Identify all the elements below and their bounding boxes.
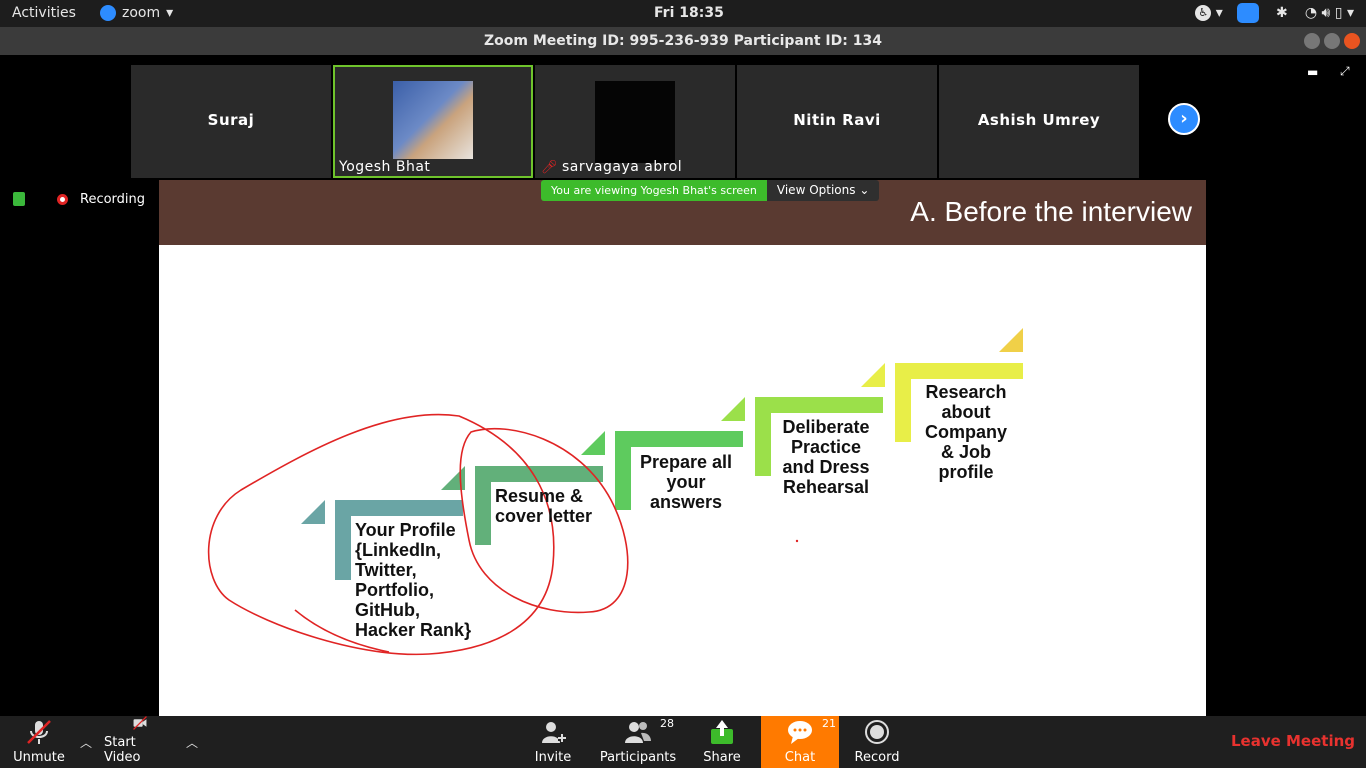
view-options-label: View Options bbox=[776, 183, 856, 197]
participant-name: Suraj bbox=[207, 111, 255, 129]
minimize-button[interactable] bbox=[1304, 33, 1320, 49]
participant-video bbox=[595, 81, 675, 163]
chevron-down-icon: ▾ bbox=[1211, 5, 1223, 21]
participant-tile[interactable]: Suraj bbox=[131, 65, 331, 178]
activities-button[interactable]: Activities bbox=[12, 5, 76, 21]
volume-icon: 🔊︎ bbox=[1321, 5, 1331, 21]
share-screen-icon bbox=[711, 720, 733, 744]
chat-label: Chat bbox=[784, 750, 816, 765]
shared-screen: A. Before the interview Your Profile {Lin… bbox=[159, 180, 1206, 716]
app-menu[interactable]: zoom ▾ bbox=[100, 5, 173, 21]
invite-icon bbox=[542, 722, 566, 743]
participant-name: Nitin Ravi bbox=[793, 111, 881, 129]
meeting-toolbar: Unmute ︿ Start Video ︿ Invite 28 Partici… bbox=[0, 716, 1366, 768]
step-1-arrow bbox=[301, 500, 325, 524]
participant-tile-active-speaker[interactable]: Yogesh Bhat bbox=[333, 65, 533, 178]
top-arrow bbox=[999, 328, 1023, 352]
chat-count-badge: 21 bbox=[822, 717, 836, 730]
chevron-down-icon: ⌄ bbox=[859, 183, 870, 197]
start-video-button[interactable]: Start Video bbox=[104, 716, 176, 768]
participants-icon bbox=[625, 722, 651, 743]
mic-muted-icon bbox=[27, 720, 51, 744]
accessibility-menu[interactable]: ♿ ▾ bbox=[1195, 3, 1223, 23]
viewing-screen-label: You are viewing Yogesh Bhat's screen bbox=[541, 180, 767, 201]
battery-icon: ▯ bbox=[1334, 5, 1343, 21]
zoom-app-icon bbox=[100, 5, 116, 21]
zoom-tray-indicator[interactable] bbox=[1236, 3, 1259, 23]
record-icon bbox=[865, 720, 889, 744]
participant-name: Yogesh Bhat bbox=[339, 159, 431, 175]
view-options-button[interactable]: View Options ⌄ bbox=[766, 180, 880, 201]
window-title-bar: Zoom Meeting ID: 995-236-939 Participant… bbox=[0, 27, 1366, 55]
step-4-label: Deliberate Practice and Dress Rehearsal bbox=[782, 417, 870, 497]
video-options-caret-icon[interactable]: ︿ bbox=[186, 734, 198, 751]
participant-tile[interactable]: 🎤︎ sarvagaya abrol bbox=[535, 65, 735, 178]
participant-name: Ashish Umrey bbox=[977, 111, 1101, 129]
unmute-button[interactable]: Unmute bbox=[8, 716, 70, 768]
record-label: Record bbox=[854, 750, 900, 765]
chat-icon bbox=[788, 721, 812, 744]
leave-meeting-button[interactable]: Leave Meeting bbox=[1231, 732, 1355, 750]
mic-muted-icon: 🎤︎ bbox=[541, 159, 559, 175]
recording-label: Recording bbox=[80, 192, 146, 207]
invite-button[interactable]: Invite bbox=[532, 716, 574, 768]
step-4-arrow bbox=[721, 397, 745, 421]
annotation-dot bbox=[795, 539, 799, 543]
system-top-bar: Activities zoom ▾ Fri 18:35 ♿ ▾ ✱ ◔ 🔊︎ ▯… bbox=[0, 0, 1366, 27]
zoom-tray-icon bbox=[1236, 3, 1259, 23]
participant-name: sarvagaya abrol bbox=[562, 159, 683, 175]
participant-video bbox=[393, 81, 473, 159]
video-off-icon bbox=[133, 716, 147, 730]
participants-button[interactable]: 28 Participants bbox=[600, 716, 676, 768]
close-button[interactable] bbox=[1344, 33, 1360, 49]
step-5-arrow bbox=[861, 363, 885, 387]
step-3-label: Prepare all your answers bbox=[639, 452, 733, 512]
system-clock[interactable]: Fri 18:35 bbox=[654, 5, 724, 21]
participants-count-badge: 28 bbox=[660, 717, 674, 730]
step-2-label: Resume & cover letter bbox=[495, 486, 593, 526]
chat-button[interactable]: 21 Chat bbox=[761, 716, 839, 768]
step-5-label: Research about Company & Job profile bbox=[924, 382, 1007, 482]
step-3-arrow bbox=[581, 431, 605, 455]
share-label: Share bbox=[703, 750, 741, 765]
invite-label: Invite bbox=[534, 750, 572, 765]
record-button[interactable]: Record bbox=[852, 716, 902, 768]
share-button[interactable]: Share bbox=[702, 716, 742, 768]
unmute-label: Unmute bbox=[13, 750, 65, 765]
participant-video-strip: Suraj Yogesh Bhat 🎤︎ sarvagaya abrol Nit… bbox=[131, 65, 1139, 178]
participant-tile[interactable]: Nitin Ravi bbox=[737, 65, 937, 178]
system-status-menu[interactable]: ◔ 🔊︎ ▯ ▾ bbox=[1305, 3, 1354, 23]
wifi-icon: ◔ bbox=[1304, 5, 1318, 21]
staircase-diagram bbox=[207, 328, 1023, 656]
chevron-down-icon: ▾ bbox=[166, 5, 174, 21]
window-controls bbox=[1304, 33, 1360, 49]
fullscreen-icon[interactable]: ⤢ bbox=[1340, 64, 1350, 79]
recording-icon bbox=[57, 194, 68, 205]
audio-options-caret-icon[interactable]: ︿ bbox=[80, 734, 92, 751]
step-1-label: Your Profile {LinkedIn, Twitter, Portfolio,… bbox=[355, 520, 472, 640]
minimize-strip-icon[interactable]: ▬ bbox=[1307, 65, 1318, 79]
window-title: Zoom Meeting ID: 995-236-939 Participant… bbox=[484, 33, 882, 49]
start-video-label: Start Video bbox=[104, 735, 141, 765]
accessibility-icon: ♿ bbox=[1195, 5, 1212, 21]
next-page-arrow-icon[interactable]: › bbox=[1168, 103, 1200, 135]
participant-tile[interactable]: Ashish Umrey bbox=[939, 65, 1139, 178]
app-menu-label: zoom bbox=[122, 5, 161, 21]
maximize-button[interactable] bbox=[1324, 33, 1340, 49]
slack-tray-indicator[interactable]: ✱ bbox=[1273, 3, 1291, 23]
encryption-lock-icon[interactable] bbox=[13, 192, 25, 206]
participants-label: Participants bbox=[599, 750, 677, 765]
slack-icon: ✱ bbox=[1275, 5, 1288, 21]
chevron-down-icon: ▾ bbox=[1342, 5, 1354, 21]
screen-share-banner: You are viewing Yogesh Bhat's screen Vie… bbox=[541, 180, 880, 201]
system-tray: ♿ ▾ ✱ ◔ 🔊︎ ▯ ▾ bbox=[1195, 3, 1354, 23]
